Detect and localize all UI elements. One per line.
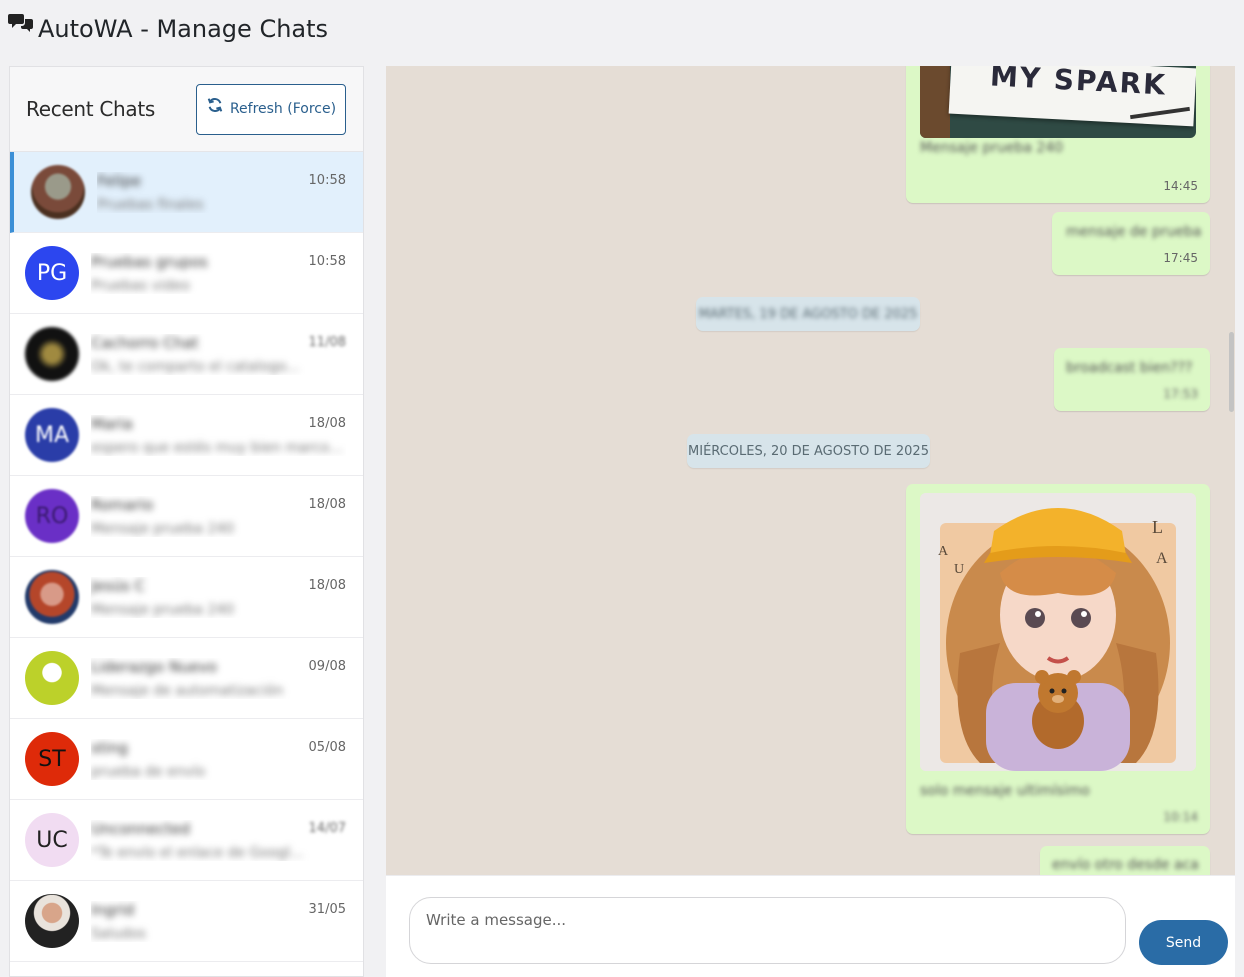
avatar: RO [25,489,79,543]
chat-time: 10:58 [308,173,346,188]
message-text: envío otro desde aca [1052,857,1199,873]
avatar [31,165,85,219]
chat-list-item[interactable]: Jesús C Mensaje prueba 240 18/08 [10,557,363,638]
avatar: PG [25,246,79,300]
chat-list-item[interactable]: PG Pruebas grupos Pruebas video 10:58 [10,233,363,314]
chat-time: 10:58 [308,254,346,269]
chat-bubbles-icon [8,14,33,32]
message-text: Mensaje prueba 240 [920,140,1064,156]
svg-text:A: A [938,544,949,559]
chat-time: 05/08 [308,740,346,755]
refresh-icon [207,98,223,112]
avatar [25,570,79,624]
svg-text:U: U [954,562,964,577]
message-bubble: broadcast bien??? 17:53 [1054,348,1210,411]
message-text: solo mensaje ultimísimo [920,783,1090,799]
chat-list-item[interactable]: MA Maria espero que estés muy bien marco… [10,395,363,476]
app-header: AutoWA - Manage Chats [0,0,1244,60]
message-time: 14:45 [1163,179,1198,193]
chat-list-item[interactable]: RO Romario Mensaje prueba 240 18/08 [10,476,363,557]
avatar: MA [25,408,79,462]
send-button[interactable]: Send [1139,920,1228,965]
chat-list-item[interactable]: UC Unconnected *Te envío el enlace de Go… [10,800,363,881]
message-image[interactable]: MY SPARK [920,66,1196,138]
message-time: 17:45 [1163,251,1198,265]
message-list[interactable]: MY SPARK Mensaje prueba 240 14:45 mensaj… [386,66,1235,875]
avatar [25,651,79,705]
message-text: broadcast bien??? [1066,360,1193,376]
message-bubble: L A A U solo mensaje ultimísimo 10:14 [906,484,1210,834]
chat-time: 14/07 [308,821,346,836]
message-input[interactable] [409,897,1126,964]
chat-preview: prueba de envío [91,763,206,780]
scrollbar[interactable] [1229,332,1234,412]
sidebar-title: Recent Chats [26,97,156,121]
composer: Send [386,875,1235,977]
chat-preview: Mensaje prueba 240 [91,520,235,537]
chat-list-item[interactable]: ST sting prueba de envío 05/08 [10,719,363,800]
chat-preview: Saludos [91,925,146,942]
conversation-panel: MY SPARK Mensaje prueba 240 14:45 mensaj… [386,66,1235,977]
page-title: AutoWA - Manage Chats [38,15,329,43]
message-bubble: envío otro desde aca [1040,846,1210,875]
chat-time: 18/08 [308,416,346,431]
refresh-label: Refresh (Force) [229,101,337,117]
chat-time: 31/05 [308,902,346,917]
sidebar-header: Recent Chats Refresh (Force) [10,67,363,152]
avatar [25,327,79,381]
chat-time: 18/08 [308,578,346,593]
avatar [25,894,79,948]
message-image[interactable]: L A A U [920,493,1196,771]
svg-text:L: L [1152,517,1163,537]
chat-preview: Pruebas finales [97,196,204,213]
message-bubble: mensaje de prueba 17:45 [1052,212,1210,275]
refresh-button[interactable]: Refresh (Force) [196,83,346,135]
illustration-image: L A A U [920,493,1196,771]
avatar: ST [25,732,79,786]
chat-list-item[interactable]: Liderazgo Nuevo Mensaje de automatizació… [10,638,363,719]
avatar: UC [25,813,79,867]
chat-sidebar: Recent Chats Refresh (Force) Felipe Prue… [9,66,364,977]
message-text: mensaje de prueba [1066,224,1202,240]
message-time: 17:53 [1163,387,1198,401]
message-time: 10:14 [1163,810,1198,824]
chat-list-item[interactable]: Ingrid Saludos 31/05 [10,881,363,962]
chat-preview: Mensaje prueba 240 [91,601,235,618]
chat-list-item[interactable]: Cachorro Chat Ok, te comparto el catalog… [10,314,363,395]
chat-preview: espero que estés muy bien marcos, felici… [91,439,346,456]
chat-preview: *Te envío el enlace de Googl... [91,844,304,861]
chat-time: 18/08 [308,497,346,512]
chat-preview: Ok, te comparto el catalogo... [91,358,300,375]
date-separator: MIÉRCOLES, 20 DE AGOSTO DE 2025 [687,434,930,468]
chat-time: 09/08 [308,659,346,674]
message-bubble: MY SPARK Mensaje prueba 240 14:45 [906,66,1210,203]
chat-preview: Mensaje de automatización [91,682,284,699]
date-separator: MARTES, 19 DE AGOSTO DE 2025 [696,297,920,331]
chat-time: 11/08 [308,335,346,350]
chat-preview: Pruebas video [91,277,190,294]
svg-text:A: A [1156,550,1168,567]
chat-list-item[interactable]: Felipe Pruebas finales 10:58 [10,152,363,233]
